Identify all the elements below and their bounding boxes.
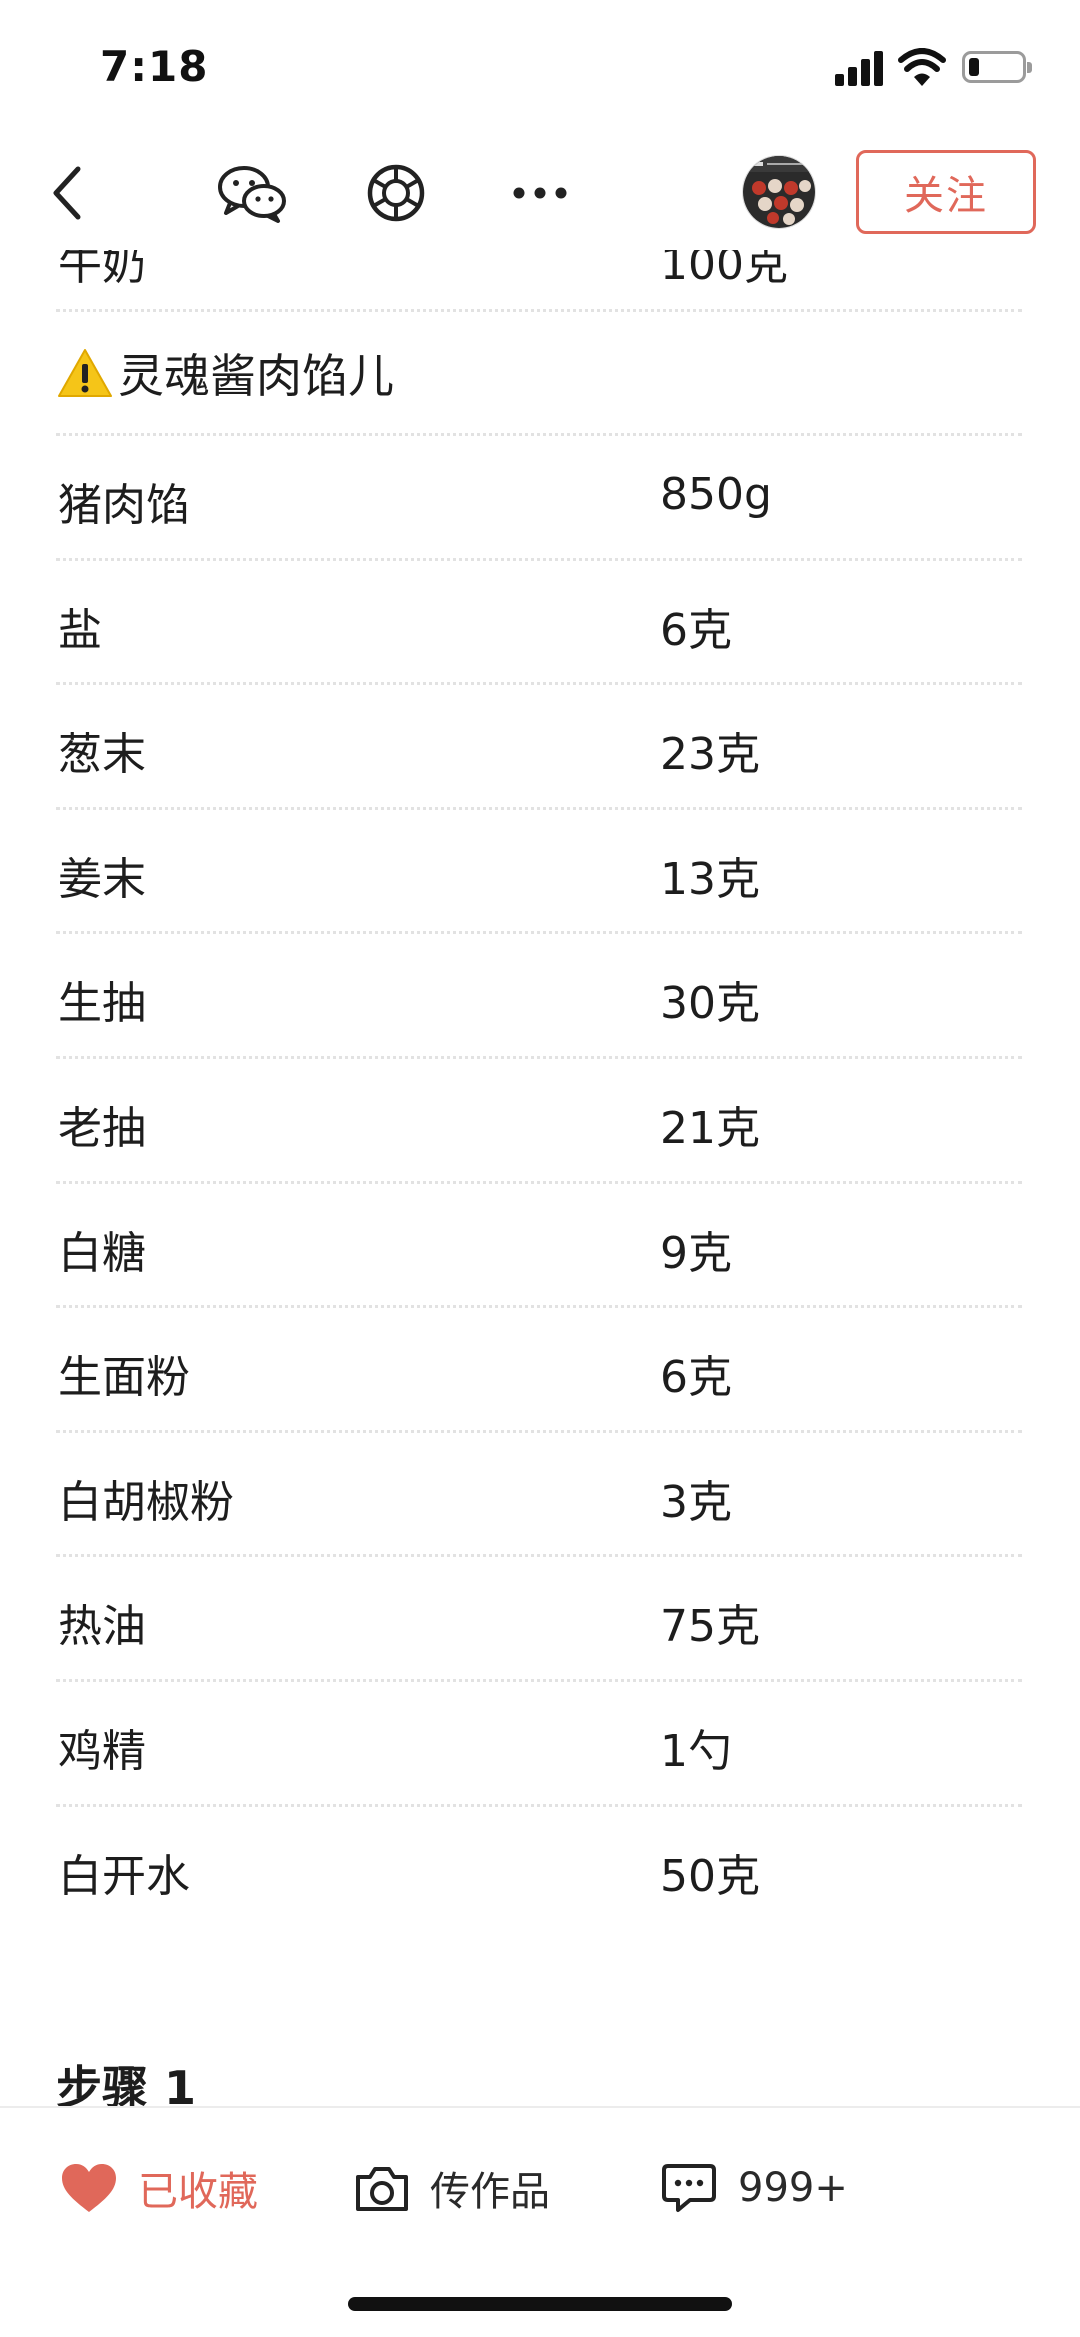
ingredient-amount: 850g bbox=[660, 469, 772, 520]
upload-work-button[interactable]: 传作品 bbox=[354, 2148, 550, 2228]
ingredient-row: 白胡椒粉 3克 bbox=[56, 1433, 1022, 1558]
ingredient-row: 盐 6克 bbox=[56, 561, 1022, 686]
ingredient-row: 热油 75克 bbox=[56, 1557, 1022, 1682]
ingredient-row: 生面粉 6克 bbox=[56, 1308, 1022, 1433]
comment-count: 999+ bbox=[738, 2165, 848, 2211]
ingredient-amount: 21克 bbox=[660, 1103, 760, 1154]
comments-button[interactable]: 999+ bbox=[660, 2148, 848, 2228]
wechat-icon bbox=[218, 166, 286, 223]
warning-icon bbox=[56, 347, 114, 399]
ingredient-row: 白开水 50克 bbox=[56, 1807, 1022, 1932]
favorite-label: 已收藏 bbox=[138, 2169, 258, 2215]
battery-icon bbox=[962, 51, 1032, 83]
ingredient-section-header: 灵魂酱肉馅儿 bbox=[56, 312, 1022, 436]
ingredient-amount: 6克 bbox=[660, 1352, 732, 1404]
status-bar: 7:18 bbox=[0, 0, 1080, 135]
ingredient-name: 盐 bbox=[58, 604, 102, 656]
ingredient-name: 白胡椒粉 bbox=[58, 1476, 234, 1528]
moments-icon bbox=[367, 164, 425, 222]
comment-icon bbox=[662, 2164, 716, 2212]
cellular-signal-icon bbox=[835, 50, 885, 86]
ingredient-name: 猪肉馅 bbox=[58, 480, 190, 531]
ingredient-row: 葱末 23克 bbox=[56, 685, 1022, 810]
battery-level bbox=[969, 58, 979, 76]
recipe-content[interactable]: 牛奶 100克 灵魂酱肉馅儿 猪肉馅 850g 盐 6克 葱末 23克 姜末 13克 生抽 30克… bbox=[0, 0, 1080, 2110]
ingredient-amount: 3克 bbox=[660, 1476, 732, 1528]
ingredient-amount: 9克 bbox=[660, 1227, 732, 1279]
ingredient-name: 姜末 bbox=[58, 853, 146, 905]
ingredient-amount: 50克 bbox=[660, 1850, 760, 1902]
ingredient-name: 鸡精 bbox=[58, 1726, 146, 1777]
ingredient-row: 生抽 30克 bbox=[56, 934, 1022, 1059]
chevron-left-icon bbox=[53, 166, 81, 220]
ingredient-name: 生面粉 bbox=[58, 1352, 190, 1404]
ingredient-amount: 23克 bbox=[660, 729, 760, 781]
ingredient-name: 葱末 bbox=[58, 729, 146, 781]
upload-work-label: 传作品 bbox=[430, 2169, 550, 2215]
ingredient-amount: 6克 bbox=[660, 604, 732, 656]
step-title: 步骤 1 bbox=[56, 2061, 197, 2110]
camera-icon bbox=[356, 2167, 408, 2211]
follow-button[interactable]: 关注 bbox=[856, 150, 1036, 234]
ingredient-name: 生抽 bbox=[58, 978, 146, 1030]
share-wechat-button[interactable] bbox=[214, 155, 290, 231]
ingredient-name: 热油 bbox=[58, 1601, 146, 1653]
ingredient-row: 白糖 9克 bbox=[56, 1184, 1022, 1309]
favorite-button[interactable]: 已收藏 bbox=[60, 2148, 258, 2228]
ingredient-row: 鸡精 1勺 bbox=[56, 1682, 1022, 1807]
home-indicator[interactable] bbox=[348, 2297, 732, 2311]
back-button[interactable] bbox=[30, 155, 106, 231]
section-title: 灵魂酱肉馅儿 bbox=[118, 348, 394, 403]
ingredient-row: 姜末 13克 bbox=[56, 810, 1022, 935]
ingredient-amount: 30克 bbox=[660, 978, 760, 1030]
ingredient-name: 老抽 bbox=[58, 1103, 146, 1154]
ingredient-name: 白糖 bbox=[58, 1227, 146, 1279]
top-nav-bar: 关注 bbox=[0, 135, 1080, 250]
ingredient-row: 猪肉馅 850g bbox=[56, 436, 1022, 561]
ingredient-amount: 1勺 bbox=[660, 1726, 732, 1777]
status-time: 7:18 bbox=[100, 42, 209, 91]
ingredient-amount: 13克 bbox=[660, 853, 760, 905]
more-button[interactable] bbox=[502, 155, 578, 231]
share-moments-button[interactable] bbox=[358, 155, 434, 231]
ingredient-name: 白开水 bbox=[58, 1850, 190, 1902]
ingredient-row: 老抽 21克 bbox=[56, 1059, 1022, 1184]
heart-icon bbox=[62, 2164, 116, 2212]
author-avatar[interactable] bbox=[742, 155, 816, 229]
ingredient-amount: 75克 bbox=[660, 1601, 760, 1653]
wifi-icon bbox=[898, 48, 946, 88]
more-icon bbox=[513, 187, 567, 199]
